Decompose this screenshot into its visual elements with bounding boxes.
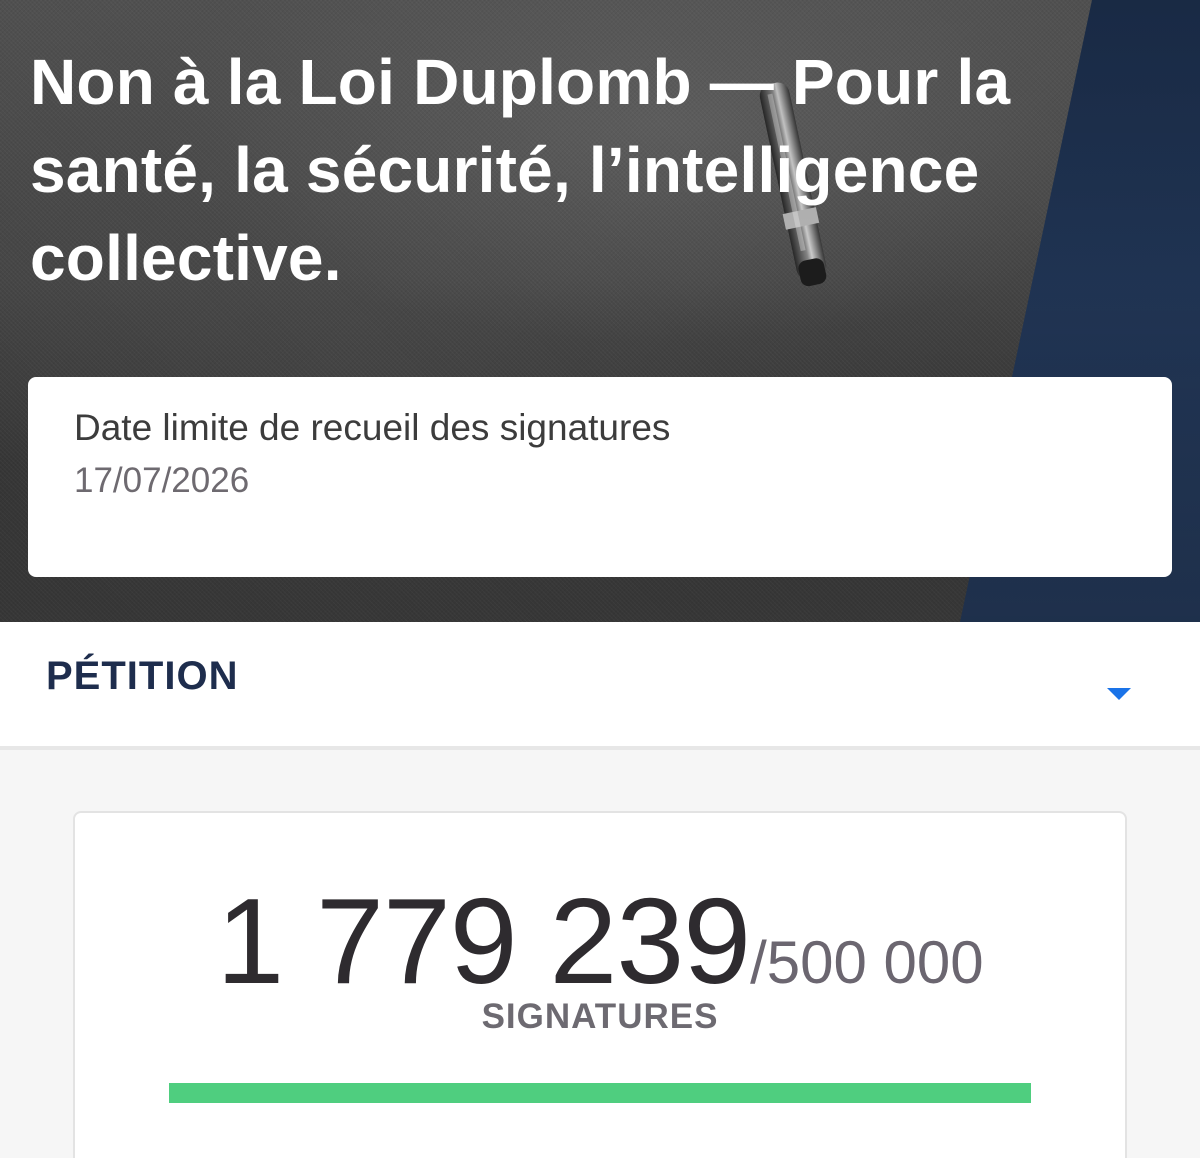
deadline-label: Date limite de recueil des signatures xyxy=(74,407,671,448)
petition-page: Non à la Loi Duplomb — Pour la santé, la… xyxy=(0,0,1200,1158)
signature-progress-fill xyxy=(169,1083,1031,1103)
signatures-label: SIGNATURES xyxy=(481,997,719,1036)
signature-progress-bar xyxy=(169,1083,1031,1103)
deadline-card: Date limite de recueil des signatures 17… xyxy=(28,377,1172,577)
signature-counter-card: 1 779 239/500 000 SIGNATURES xyxy=(73,811,1127,1158)
petition-section-header[interactable]: PÉTITION xyxy=(0,622,1200,750)
section-title: PÉTITION xyxy=(46,654,239,698)
caret-down-icon[interactable] xyxy=(1096,680,1142,710)
petition-title: Non à la Loi Duplomb — Pour la santé, la… xyxy=(30,46,1011,294)
hero-banner: Non à la Loi Duplomb — Pour la santé, la… xyxy=(0,0,1200,622)
signature-goal: /500 000 xyxy=(750,929,984,996)
deadline-date: 17/07/2026 xyxy=(74,461,250,500)
signature-count: 1 779 239 xyxy=(216,873,751,1009)
